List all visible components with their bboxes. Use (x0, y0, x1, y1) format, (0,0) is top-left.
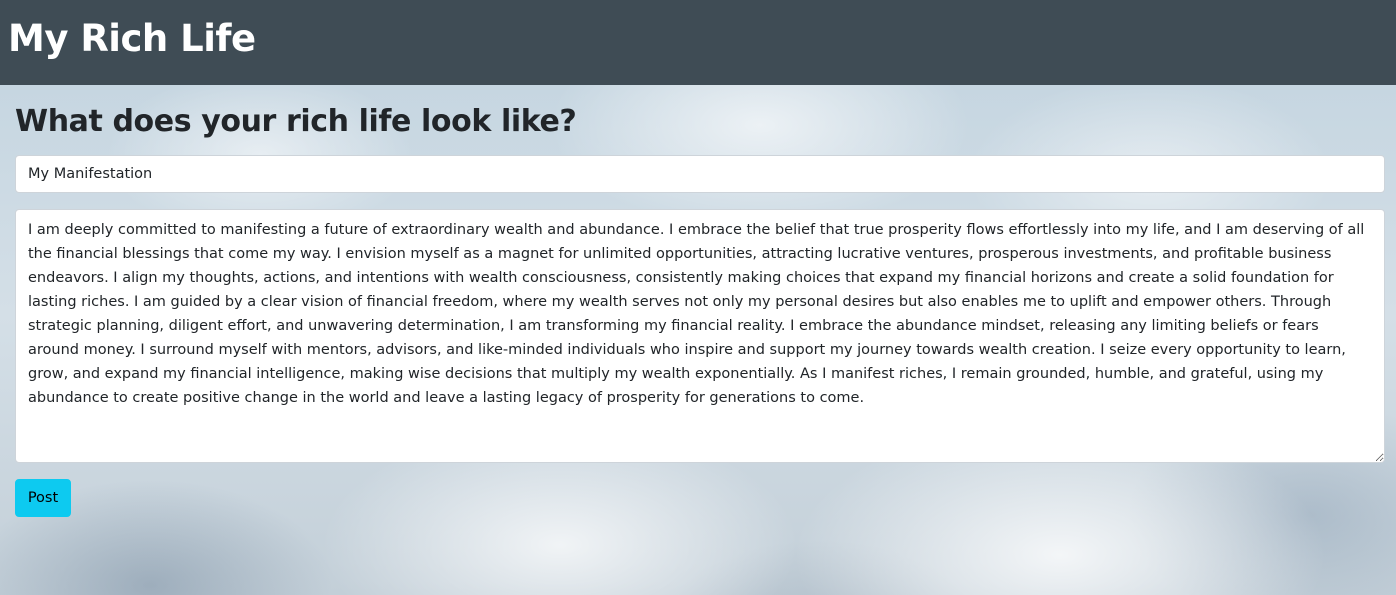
page-heading: What does your rich life look like? (15, 104, 577, 139)
brand-title[interactable]: My Rich Life (8, 12, 256, 66)
title-input[interactable] (15, 155, 1385, 193)
manifestation-textarea[interactable]: I am deeply committed to manifesting a f… (15, 209, 1385, 463)
post-button[interactable]: Post (15, 479, 71, 517)
navbar: My Rich Life (0, 0, 1396, 85)
